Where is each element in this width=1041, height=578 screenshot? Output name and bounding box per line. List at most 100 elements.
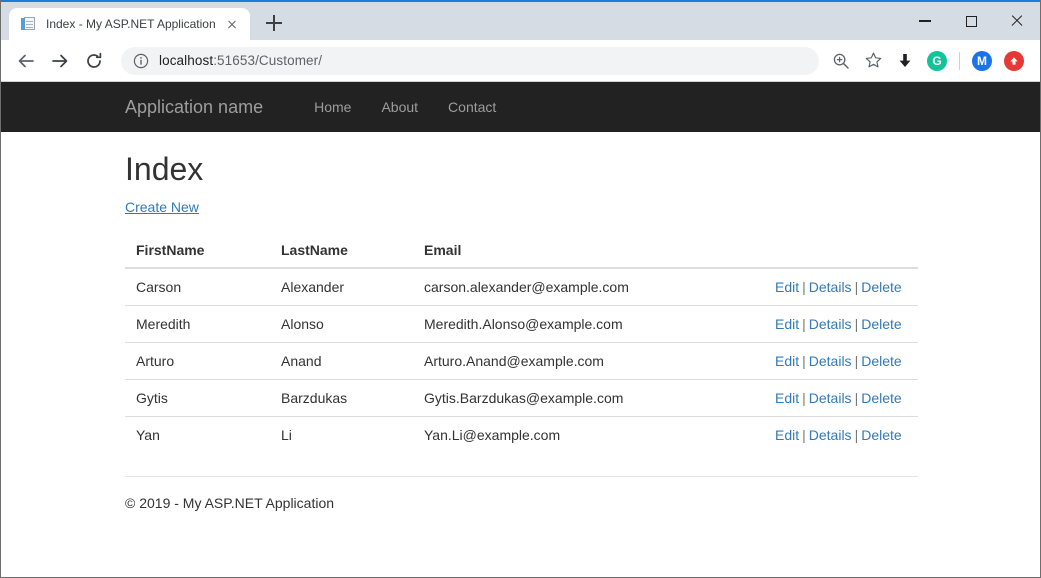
cell-lastname: Li	[270, 416, 413, 454]
site-navbar: Application name Home About Contact	[1, 82, 1040, 132]
cell-actions: Edit | Details | Delete	[764, 305, 918, 343]
cell-lastname: Anand	[270, 342, 413, 380]
delete-link[interactable]: Delete	[861, 390, 901, 406]
reload-icon[interactable]	[79, 46, 109, 76]
profile-avatar-icon[interactable]: M	[966, 46, 998, 76]
table-row: Yan Li Yan.Li@example.com Edit | Details | D…	[125, 416, 918, 454]
edit-link[interactable]: Edit	[775, 427, 799, 443]
action-separator: |	[802, 279, 806, 296]
action-separator: |	[802, 427, 806, 444]
column-header-email: Email	[413, 234, 764, 270]
cell-email: Yan.Li@example.com	[413, 416, 764, 454]
navbar-links: Home About Contact	[299, 99, 511, 115]
column-header-firstname: FirstName	[125, 234, 270, 270]
cell-lastname: Alonso	[270, 305, 413, 343]
table-row: Arturo Anand Arturo.Anand@example.com Ed…	[125, 342, 918, 380]
action-separator: |	[802, 390, 806, 407]
table-row: Carson Alexander carson.alexander@exampl…	[125, 268, 918, 306]
download-icon[interactable]	[889, 46, 921, 76]
url-path: :51653/Customer/	[213, 53, 323, 68]
footer-divider	[125, 476, 918, 478]
table-header-row: FirstName LastName Email	[125, 234, 918, 270]
bookmark-star-icon[interactable]	[857, 46, 889, 76]
cell-email: Arturo.Anand@example.com	[413, 342, 764, 380]
action-separator: |	[854, 279, 859, 296]
maximize-icon[interactable]	[948, 6, 994, 36]
minimize-icon[interactable]	[902, 6, 948, 36]
browser-window: Index - My ASP.NET Application localhost…	[0, 0, 1041, 578]
url-host: localhost	[159, 53, 214, 68]
details-link[interactable]: Details	[809, 353, 852, 369]
cell-email: Gytis.Barzdukas@example.com	[413, 379, 764, 417]
action-separator: |	[854, 390, 859, 407]
up-arrow-glyph	[1010, 56, 1018, 65]
cell-lastname: Barzdukas	[270, 379, 413, 417]
tab-strip: Index - My ASP.NET Application	[1, 2, 1040, 40]
delete-link[interactable]: Delete	[861, 279, 901, 295]
edit-link[interactable]: Edit	[775, 316, 799, 332]
browser-tab-active[interactable]: Index - My ASP.NET Application	[9, 8, 250, 40]
url-text: localhost:51653/Customer/	[159, 53, 322, 68]
page-title: Index	[125, 151, 204, 187]
navbar-brand[interactable]: Application name	[125, 97, 263, 118]
details-link[interactable]: Details	[809, 390, 852, 406]
column-header-lastname: LastName	[270, 234, 413, 270]
window-controls	[902, 2, 1040, 40]
table-row: Gytis Barzdukas Gytis.Barzdukas@example.…	[125, 379, 918, 417]
action-separator: |	[802, 316, 806, 333]
customers-table: FirstName LastName Email Carson Alexande…	[125, 234, 918, 454]
tab-title: Index - My ASP.NET Application	[46, 17, 216, 31]
action-separator: |	[802, 353, 806, 370]
action-separator: |	[854, 316, 859, 333]
browser-toolbar: localhost:51653/Customer/ G M	[1, 40, 1040, 82]
footer-copyright: © 2019 - My ASP.NET Application	[125, 495, 335, 512]
plus-icon[interactable]	[260, 9, 288, 37]
close-icon[interactable]	[994, 6, 1040, 36]
forward-arrow-icon[interactable]	[45, 46, 75, 76]
table-row: Meredith Alonso Meredith.Alonso@example.…	[125, 305, 918, 343]
details-link[interactable]: Details	[809, 427, 852, 443]
toolbar-divider	[959, 51, 960, 70]
cell-email: carson.alexander@example.com	[424, 279, 629, 296]
toolbar-icon-group: G M	[825, 46, 1030, 76]
nav-link-contact[interactable]: Contact	[433, 99, 511, 115]
update-icon[interactable]	[998, 46, 1030, 76]
cell-firstname: Gytis	[125, 379, 270, 417]
delete-link[interactable]: Delete	[861, 427, 901, 443]
cell-actions: Edit | Details | Delete	[764, 268, 918, 306]
delete-link[interactable]: Delete	[861, 316, 901, 332]
avatar-label: M	[972, 50, 992, 71]
page-icon	[21, 16, 37, 32]
action-separator: |	[854, 353, 859, 370]
table-body: Carson Alexander carson.alexander@exampl…	[125, 268, 918, 454]
cell-lastname: Alexander	[281, 279, 345, 296]
page-container: Index Create New FirstName LastName Emai…	[1, 151, 1040, 512]
back-arrow-icon[interactable]	[11, 46, 41, 76]
cell-firstname: Carson	[136, 279, 182, 296]
table-head: FirstName LastName Email	[125, 234, 918, 270]
zoom-icon[interactable]	[825, 46, 857, 76]
details-link[interactable]: Details	[809, 279, 852, 295]
details-link[interactable]: Details	[809, 316, 852, 332]
grammarly-extension-label: G	[927, 50, 947, 71]
close-icon[interactable]	[224, 16, 240, 32]
create-new-link[interactable]: Create New	[125, 199, 199, 215]
info-circle-icon[interactable]	[133, 53, 149, 69]
action-separator: |	[854, 427, 859, 444]
nav-link-home[interactable]: Home	[299, 99, 366, 115]
cell-actions: Edit | Details | Delete	[764, 342, 918, 380]
address-bar[interactable]: localhost:51653/Customer/	[121, 46, 819, 75]
cell-firstname: Yan	[125, 416, 270, 454]
nav-link-about[interactable]: About	[366, 99, 433, 115]
cell-firstname: Meredith	[125, 305, 270, 343]
edit-link[interactable]: Edit	[775, 279, 799, 295]
grammarly-extension-icon[interactable]: G	[921, 46, 953, 76]
cell-email: Meredith.Alonso@example.com	[413, 305, 764, 343]
edit-link[interactable]: Edit	[775, 353, 799, 369]
cell-firstname: Arturo	[125, 342, 270, 380]
page-viewport: Application name Home About Contact Inde…	[1, 82, 1040, 577]
edit-link[interactable]: Edit	[775, 390, 799, 406]
delete-link[interactable]: Delete	[861, 353, 901, 369]
column-header-actions	[764, 234, 918, 270]
cell-actions: Edit | Details | Delete	[764, 379, 918, 417]
